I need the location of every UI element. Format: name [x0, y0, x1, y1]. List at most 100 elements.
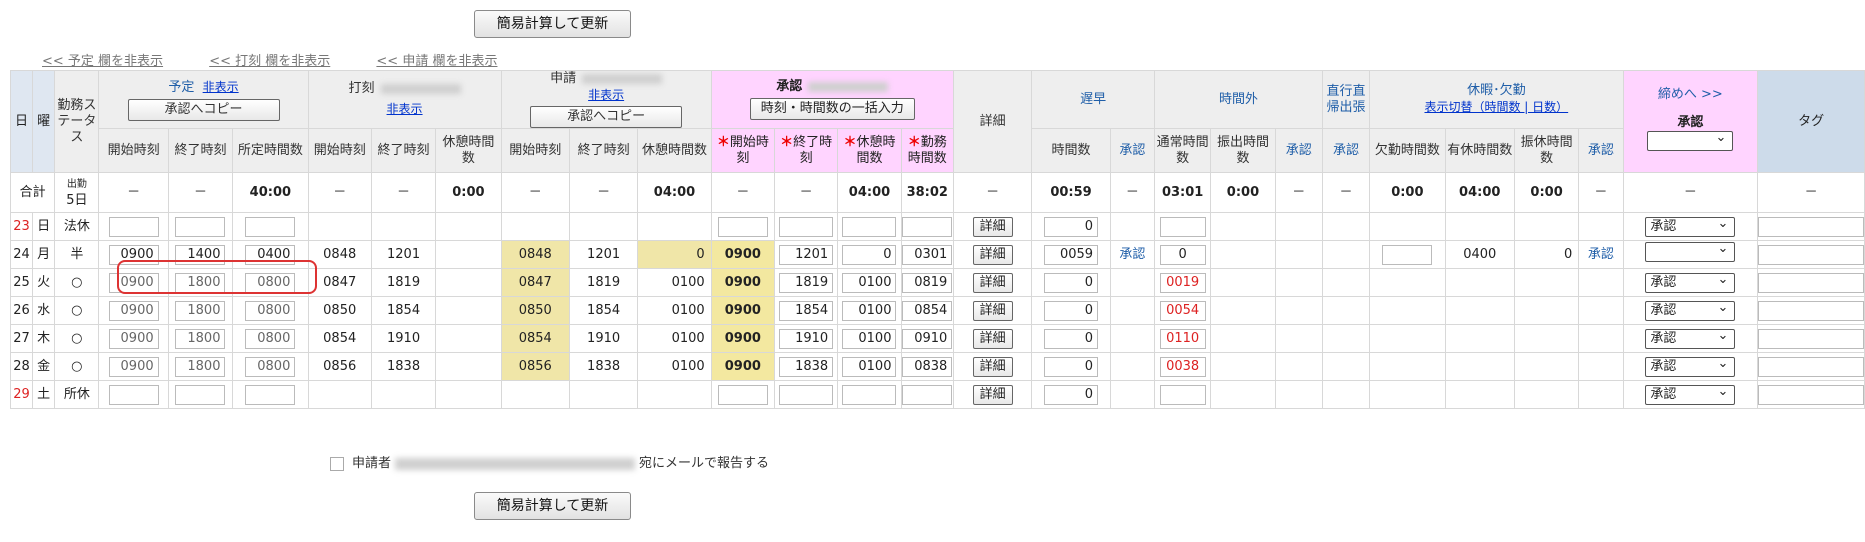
app-start-value[interactable]: 0900 — [725, 331, 761, 346]
late-hours-input[interactable]: 0 — [1044, 384, 1099, 405]
late-hours-input[interactable]: 0 — [1044, 356, 1099, 377]
app-end-input[interactable]: 1838 — [779, 356, 834, 377]
app-work-input[interactable]: 0910 — [902, 328, 953, 349]
plan-scheduled-input[interactable] — [245, 384, 296, 405]
app-start-input[interactable] — [717, 384, 768, 405]
app-end-input[interactable]: 1201 — [779, 244, 834, 265]
app-start-value[interactable]: 0900 — [725, 247, 761, 262]
plan-start-input[interactable]: 0900 — [108, 300, 159, 321]
app-break-input[interactable] — [842, 216, 897, 237]
hide-request-inline[interactable]: 非表示 — [588, 88, 624, 102]
plan-start-input[interactable]: 0900 — [108, 328, 159, 349]
normal-hours-input[interactable]: 0019 — [1159, 272, 1206, 293]
app-start-value[interactable]: 0900 — [725, 359, 761, 374]
copy-plan-button[interactable]: 承認へコピー — [127, 98, 280, 121]
detail-button[interactable]: 詳細 — [972, 384, 1013, 405]
app-start-input[interactable] — [717, 216, 768, 237]
plan-end-input[interactable] — [175, 384, 226, 405]
approve-select[interactable]: 承認 — [1645, 355, 1736, 377]
app-work-input[interactable]: 0301 — [902, 244, 953, 265]
app-start-value[interactable]: 0900 — [725, 303, 761, 318]
hide-stamp-link[interactable]: << 打刻 欄を非表示 — [209, 54, 330, 69]
normal-hours-input[interactable]: 0038 — [1159, 356, 1206, 377]
plan-start-input[interactable] — [108, 216, 159, 237]
approve-select[interactable]: 承認 — [1645, 271, 1736, 293]
approve-select[interactable]: 承認 — [1645, 299, 1736, 321]
app-end-input[interactable] — [779, 216, 834, 237]
tag-input[interactable] — [1758, 216, 1864, 237]
copy-request-button[interactable]: 承認へコピー — [530, 106, 683, 128]
hide-plan-inline[interactable]: 非表示 — [203, 80, 239, 94]
normal-hours-input[interactable] — [1159, 384, 1206, 405]
plan-end-input[interactable]: 1400 — [175, 244, 226, 265]
approve-select[interactable]: 承認 — [1645, 383, 1736, 405]
plan-end-input[interactable] — [175, 216, 226, 237]
leave-toggle-link[interactable]: 表示切替（時間数 | 日数） — [1424, 100, 1568, 114]
normal-hours-input[interactable] — [1159, 216, 1206, 237]
app-work-input[interactable]: 0819 — [902, 272, 953, 293]
detail-button[interactable]: 詳細 — [972, 300, 1013, 321]
app-start-value[interactable]: 0900 — [725, 275, 761, 290]
late-hours-input[interactable]: 0059 — [1044, 244, 1099, 265]
plan-start-input[interactable] — [108, 384, 159, 405]
approve-select[interactable]: 承認 — [1645, 215, 1736, 237]
row-normal: 0 — [1153, 240, 1212, 269]
app-end-input[interactable] — [779, 384, 834, 405]
plan-start-input[interactable]: 0900 — [108, 244, 159, 265]
recalc-button-top[interactable]: 簡易計算して更新 — [474, 10, 631, 38]
detail-button[interactable]: 詳細 — [972, 356, 1013, 377]
plan-scheduled-input[interactable] — [245, 216, 296, 237]
plan-end-input[interactable]: 1800 — [175, 356, 226, 377]
app-end-input[interactable]: 1819 — [779, 272, 834, 293]
app-end-input[interactable]: 1854 — [779, 300, 834, 321]
plan-scheduled-input[interactable]: 0800 — [245, 328, 296, 349]
plan-start-input[interactable]: 0900 — [108, 356, 159, 377]
app-work-input[interactable] — [902, 384, 953, 405]
plan-scheduled-input[interactable]: 0800 — [245, 300, 296, 321]
detail-button[interactable]: 詳細 — [972, 216, 1013, 237]
app-work-input[interactable] — [902, 216, 953, 237]
hide-request-link[interactable]: << 申請 欄を非表示 — [376, 54, 497, 69]
late-hours-input[interactable]: 0 — [1044, 328, 1099, 349]
app-work-input[interactable]: 0838 — [902, 356, 953, 377]
detail-button[interactable]: 詳細 — [972, 244, 1013, 265]
late-hours-input[interactable]: 0 — [1044, 216, 1099, 237]
hide-stamp-inline[interactable]: 非表示 — [387, 102, 423, 116]
tag-input[interactable] — [1758, 384, 1864, 405]
app-break-input[interactable]: 0 — [842, 244, 897, 265]
normal-hours-input[interactable]: 0054 — [1159, 300, 1206, 321]
detail-button[interactable]: 詳細 — [972, 272, 1013, 293]
hide-plan-link[interactable]: << 予定 欄を非表示 — [42, 54, 163, 69]
tag-input[interactable] — [1758, 300, 1864, 321]
plan-end-input[interactable]: 1800 — [175, 272, 226, 293]
plan-start-input[interactable]: 0900 — [108, 272, 159, 293]
absence-input[interactable] — [1382, 244, 1433, 265]
bulk-input-button[interactable]: 時刻・時間数の一括入力 — [749, 98, 915, 120]
tag-input[interactable] — [1758, 356, 1864, 377]
app-end-input[interactable]: 1910 — [779, 328, 834, 349]
plan-scheduled-input[interactable]: 0400 — [245, 244, 296, 265]
late-hours-input[interactable]: 0 — [1044, 272, 1099, 293]
app-break-input[interactable]: 0100 — [842, 328, 897, 349]
normal-hours-input[interactable]: 0110 — [1159, 328, 1206, 349]
approve-select[interactable] — [1645, 242, 1736, 262]
tag-input[interactable] — [1758, 272, 1864, 293]
detail-button[interactable]: 詳細 — [972, 328, 1013, 349]
bulk-approve-select[interactable] — [1647, 129, 1734, 151]
plan-scheduled-input[interactable]: 0800 — [245, 356, 296, 377]
app-break-input[interactable]: 0100 — [842, 300, 897, 321]
tag-input[interactable] — [1758, 244, 1864, 265]
recalc-button-bottom[interactable]: 簡易計算して更新 — [474, 492, 631, 520]
late-hours-input[interactable]: 0 — [1044, 300, 1099, 321]
plan-end-input[interactable]: 1800 — [175, 300, 226, 321]
approve-select[interactable]: 承認 — [1645, 327, 1736, 349]
plan-scheduled-input[interactable]: 0800 — [245, 272, 296, 293]
app-work-input[interactable]: 0854 — [902, 300, 953, 321]
app-break-input[interactable]: 0100 — [842, 356, 897, 377]
app-break-input[interactable]: 0100 — [842, 272, 897, 293]
mail-report-checkbox[interactable] — [330, 456, 344, 471]
tag-input[interactable] — [1758, 328, 1864, 349]
plan-end-input[interactable]: 1800 — [175, 328, 226, 349]
app-break-input[interactable] — [842, 384, 897, 405]
normal-hours-input[interactable]: 0 — [1159, 244, 1206, 265]
